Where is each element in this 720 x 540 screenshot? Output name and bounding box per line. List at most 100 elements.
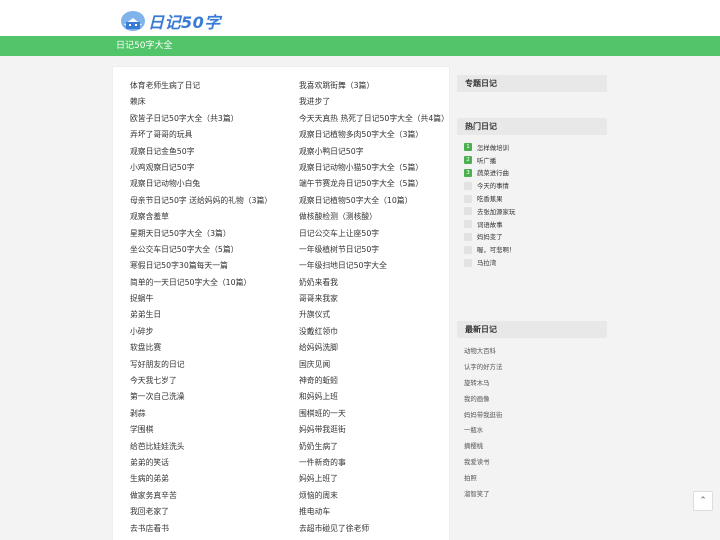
hot-diary-label: 词语故事 [477,220,503,229]
article-link[interactable]: 观察小鸭日记50字 [299,144,449,160]
article-link[interactable]: 去超市碰见了徐老师 [299,521,449,537]
article-link[interactable]: 观察日记动物小白兔 [130,176,295,192]
article-link[interactable]: 寒假日记50字30篇每天一篇 [130,258,295,274]
article-link[interactable]: 升旗仪式 [299,307,449,323]
article-link[interactable]: 妈妈带我逛街 [299,422,449,438]
site-logo[interactable]: 日记50字 [120,10,221,32]
new-diary-box: 最新日记 动物大百科 认字的好方法 旋转木马 我的画像 妈妈带我逛街 一瓶水 摘樱桃 我爱读书… [457,321,607,503]
site-header: 日记50字 [0,0,720,36]
article-list-panel: 体育老师生病了日记 赖床 欧皆子日记50字大全（共3篇） 弄坏了哥哥的玩具 观察日记金鱼… [112,66,450,540]
article-link[interactable]: 围棋班的一天 [299,406,449,422]
article-link[interactable]: 和妈妈上班 [299,389,449,405]
article-link[interactable]: 国庆见闻 [299,357,449,373]
article-link[interactable]: 神奇的蚯蚓 [299,373,449,389]
article-link[interactable]: 烦恼的周末 [299,488,449,504]
new-diary-heading: 最新日记 [457,321,607,338]
category-bar: 日记50字大全 [0,36,720,56]
article-link[interactable]: 观察日记植物50字大全（10篇） [299,193,449,209]
new-diary-item[interactable]: 旋转木马 [457,376,607,392]
article-link[interactable]: 学围棋 [130,422,295,438]
article-link[interactable]: 欧皆子日记50字大全（共3篇） [130,111,295,127]
hot-diary-label: 今天的事情 [477,182,509,191]
article-link[interactable]: 简单的一天日记50字大全（10篇） [130,275,295,291]
new-diary-item[interactable]: 我的画像 [457,392,607,408]
article-link[interactable]: 一年级扫地日记50字大全 [299,258,449,274]
article-link[interactable]: 弄坏了哥哥的玩具 [130,127,295,143]
article-link[interactable]: 观察日记金鱼50字 [130,144,295,160]
article-link[interactable]: 第一次自己洗澡 [130,389,295,405]
hot-diary-heading: 热门日记 [457,118,607,135]
hot-diary-item[interactable]: 8 妈妈变了 [457,231,607,244]
article-link[interactable]: 观察含羞草 [130,209,295,225]
hot-diary-item[interactable]: 6 去张加源家玩 [457,205,607,218]
hot-diary-label: 蔬菜进行曲 [477,169,509,178]
new-diary-item[interactable]: 摘樱桃 [457,439,607,455]
article-link[interactable]: 做家务真辛苦 [130,488,295,504]
article-link[interactable]: 哥哥来我家 [299,291,449,307]
article-link[interactable]: 今天天真热 热死了日记50字大全（共4篇） [299,111,449,127]
article-link[interactable]: 日记公交车上让座50字 [299,226,449,242]
article-link[interactable]: 小鸡观察日记50字 [130,160,295,176]
new-diary-item[interactable]: 溜智笑了 [457,487,607,503]
hot-diary-item[interactable]: 9 喔，可悲啊！ [457,243,607,256]
article-link[interactable]: 推电动车 [299,504,449,520]
new-diary-item[interactable]: 一瓶水 [457,423,607,439]
article-link[interactable]: 体育老师生病了日记 [130,78,295,94]
article-link[interactable]: 弟弟生日 [130,307,295,323]
article-link[interactable]: 给芭比娃娃洗头 [130,439,295,455]
rank-badge: 8 [464,232,472,241]
article-link[interactable]: 妈妈上班了 [299,471,449,487]
article-link[interactable]: 小碎步 [130,324,295,340]
hot-diary-item[interactable]: 5 吃香蕉果 [457,192,607,205]
article-link[interactable]: 赖床 [130,94,295,110]
article-link[interactable]: 去书店看书 [130,521,295,537]
article-link[interactable]: 没戴红领巾 [299,324,449,340]
category-title[interactable]: 日记50字大全 [116,36,172,56]
article-link[interactable]: 一件新奇的事 [299,455,449,471]
article-link[interactable]: 今天我七岁了 [130,373,295,389]
article-link[interactable]: 观察日记植物多肉50字大全（3篇） [299,127,449,143]
article-link[interactable]: 奶奶来看我 [299,275,449,291]
diary-book-icon [121,11,145,31]
back-to-top-button[interactable]: ⌃ [693,491,713,511]
hot-diary-item[interactable]: 3 蔬菜进行曲 [457,167,607,180]
article-link[interactable]: 端午节赛龙舟日记50字大全（5篇） [299,176,449,192]
hot-diary-item[interactable]: 10 马拉湾 [457,256,607,269]
article-link[interactable]: 坐公交车日记50字大全（5篇） [130,242,295,258]
article-link[interactable]: 我回老家了 [130,504,295,520]
article-link[interactable]: 软盘比赛 [130,340,295,356]
article-list-left: 体育老师生病了日记 赖床 欧皆子日记50字大全（共3篇） 弄坏了哥哥的玩具 观察日记金鱼… [130,78,295,537]
new-diary-item[interactable]: 认字的好方法 [457,360,607,376]
article-link[interactable]: 生病的弟弟 [130,471,295,487]
rank-badge: 4 [464,181,472,190]
hot-diary-item[interactable]: 1 怎样做培训 [457,141,607,154]
rank-badge: 3 [464,168,472,177]
topic-diary-box: 专题日记 [457,75,607,92]
hot-diary-item[interactable]: 4 今天的事情 [457,179,607,192]
rank-badge: 9 [464,245,472,254]
article-link[interactable]: 写好朋友的日记 [130,357,295,373]
article-link[interactable]: 弟弟的笑话 [130,455,295,471]
hot-diary-label: 听广播 [477,156,497,165]
hot-diary-label: 马拉湾 [477,259,497,268]
rank-badge: 2 [464,156,472,165]
hot-diary-item[interactable]: 2 听广播 [457,154,607,167]
article-link[interactable]: 做核酸检测（测核酸） [299,209,449,225]
article-link[interactable]: 我进步了 [299,94,449,110]
article-link[interactable]: 星期天日记50字大全（3篇） [130,226,295,242]
article-link[interactable]: 剥蒜 [130,406,295,422]
article-link[interactable]: 奶奶生病了 [299,439,449,455]
rank-badge: 6 [464,207,472,216]
new-diary-item[interactable]: 动物大百科 [457,344,607,360]
new-diary-item[interactable]: 我爱读书 [457,455,607,471]
article-list-right: 我喜欢跳街舞（3篇） 我进步了 今天天真热 热死了日记50字大全（共4篇） 观察日记植… [299,78,449,537]
article-link[interactable]: 一年级植树节日记50字 [299,242,449,258]
article-link[interactable]: 给妈妈洗脚 [299,340,449,356]
article-link[interactable]: 母亲节日记50字 送给妈妈的礼物（3篇） [130,193,295,209]
hot-diary-item[interactable]: 7 词语故事 [457,218,607,231]
article-link[interactable]: 我喜欢跳街舞（3篇） [299,78,449,94]
new-diary-item[interactable]: 拍照 [457,471,607,487]
article-link[interactable]: 捉蜗牛 [130,291,295,307]
article-link[interactable]: 观察日记动物小猫50字大全（5篇） [299,160,449,176]
new-diary-item[interactable]: 妈妈带我逛街 [457,408,607,424]
